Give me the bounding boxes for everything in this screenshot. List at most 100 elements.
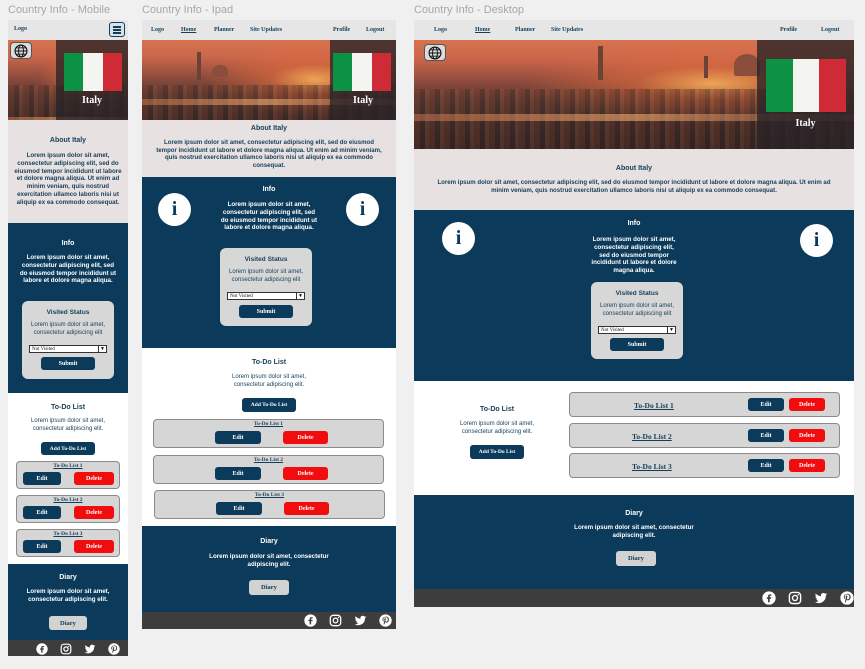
twitter-icon[interactable] [354, 614, 367, 627]
info-title: Info [627, 220, 641, 227]
facebook-icon[interactable] [762, 591, 776, 605]
info-text: Lorem ipsum dolor sit amet, consectetur … [19, 254, 117, 285]
diary-button[interactable]: Diary [49, 616, 87, 630]
frame-title-ipad: Country Info - Ipad [142, 4, 234, 16]
about-section: About Italy Lorem ipsum dolor sit amet, … [8, 120, 128, 223]
edit-button[interactable]: Edit [748, 398, 784, 411]
delete-button[interactable]: Delete [789, 459, 825, 472]
nav-planner[interactable]: Planner [214, 27, 234, 33]
nav-planner[interactable]: Planner [515, 27, 535, 33]
delete-button[interactable]: Delete [283, 467, 328, 480]
submit-button[interactable]: Submit [41, 357, 95, 370]
about-title: About Italy [250, 125, 288, 132]
todo-item-title[interactable]: To-Do List 2 [17, 497, 119, 503]
delete-button[interactable]: Delete [789, 429, 825, 442]
todo-item-title[interactable]: To-Do List 3 [632, 462, 672, 471]
nav-profile[interactable]: Profile [333, 27, 350, 33]
nav-logout[interactable]: Logout [366, 27, 384, 33]
todo-item-title[interactable]: To-Do List 3 [155, 492, 384, 498]
edit-button[interactable]: Edit [748, 429, 784, 442]
nav-logo[interactable]: Logo [151, 27, 164, 33]
pinterest-icon[interactable] [840, 591, 854, 605]
diary-button[interactable]: Diary [616, 551, 656, 566]
edit-button[interactable]: Edit [215, 431, 261, 444]
about-title: About Italy [615, 165, 653, 172]
delete-button[interactable]: Delete [283, 431, 328, 444]
country-name: Italy [353, 95, 373, 106]
nav-logo[interactable]: Logo [434, 27, 447, 33]
delete-button[interactable]: Delete [789, 398, 825, 411]
edit-button[interactable]: Edit [215, 467, 261, 480]
todo-item-title[interactable]: To-Do List 1 [17, 463, 119, 469]
chevron-down-icon: ▼ [98, 346, 106, 352]
desktop-frame: Logo Home Planner Site Updates Profile L… [414, 20, 854, 607]
todo-item: To-Do List 1 Edit Delete [569, 392, 840, 417]
visited-status-card: Visited Status Lorem ipsum dolor sit ame… [22, 301, 114, 379]
nav-site-updates[interactable]: Site Updates [250, 27, 282, 33]
nav-home[interactable]: Home [475, 27, 490, 33]
desktop-navbar: Logo Home Planner Site Updates Profile L… [414, 20, 854, 40]
diary-title: Diary [59, 574, 77, 581]
delete-button[interactable]: Delete [74, 540, 114, 553]
edit-button[interactable]: Edit [748, 459, 784, 472]
facebook-icon[interactable] [36, 642, 48, 655]
nav-profile[interactable]: Profile [780, 27, 797, 33]
edit-button[interactable]: Edit [23, 540, 61, 553]
facebook-icon[interactable] [304, 614, 317, 627]
hamburger-menu-icon[interactable] [109, 22, 125, 37]
info-section: Info i i Lorem ipsum dolor sit amet, con… [414, 210, 854, 381]
todo-item-title[interactable]: To-Do List 1 [154, 421, 383, 427]
submit-button[interactable]: Submit [239, 305, 293, 318]
twitter-icon[interactable] [814, 591, 828, 605]
footer [8, 640, 128, 656]
todo-item-title[interactable]: To-Do List 2 [632, 432, 672, 441]
nav-home[interactable]: Home [181, 27, 196, 33]
visited-select-value: Not Visited [230, 293, 253, 299]
globe-icon[interactable] [424, 44, 446, 61]
about-title: About Italy [49, 137, 87, 144]
pinterest-icon[interactable] [379, 614, 392, 627]
about-text: Lorem ipsum dolor sit amet, consectetur … [14, 152, 122, 206]
instagram-icon[interactable] [788, 591, 802, 605]
todo-item: To-Do List 1 Edit Delete [153, 419, 384, 448]
add-todo-button[interactable]: Add To-Do List [470, 445, 524, 459]
nav-logo[interactable]: Logo [14, 26, 27, 32]
ipad-frame: Logo Home Planner Site Updates Profile L… [142, 20, 396, 629]
twitter-icon[interactable] [84, 642, 96, 654]
info-icon: i [800, 224, 833, 257]
submit-button[interactable]: Submit [610, 338, 664, 351]
edit-button[interactable]: Edit [23, 472, 61, 485]
delete-button[interactable]: Delete [74, 472, 114, 485]
about-text: Lorem ipsum dolor sit amet, consectetur … [156, 139, 382, 169]
todo-item-title[interactable]: To-Do List 3 [17, 531, 119, 537]
chevron-down-icon: ▼ [667, 327, 675, 333]
instagram-icon[interactable] [329, 614, 342, 627]
delete-button[interactable]: Delete [284, 502, 329, 515]
hero-image: Italy [414, 40, 854, 149]
info-section: Info i i Lorem ipsum dolor sit amet, con… [142, 177, 396, 348]
visited-select[interactable]: Not Visited ▼ [598, 326, 676, 334]
globe-icon[interactable] [10, 42, 32, 59]
visited-title: Visited Status [244, 256, 288, 263]
diary-button[interactable]: Diary [249, 580, 289, 595]
todo-item-title[interactable]: To-Do List 2 [154, 457, 383, 463]
delete-button[interactable]: Delete [74, 506, 114, 519]
pinterest-icon[interactable] [108, 642, 120, 655]
country-name: Italy [795, 118, 816, 129]
add-todo-button[interactable]: Add To-Do List [41, 442, 95, 455]
todo-section: To-Do List Lorem ipsum dolor sit amet, c… [142, 348, 396, 526]
diary-section: Diary Lorem ipsum dolor sit amet, consec… [8, 564, 128, 640]
add-todo-button[interactable]: Add To-Do List [242, 398, 296, 412]
diary-text: Lorem ipsum dolor sit amet, consectetur … [574, 524, 694, 539]
edit-button[interactable]: Edit [216, 502, 262, 515]
visited-select[interactable]: Not Visited ▼ [29, 345, 107, 353]
diary-title: Diary [260, 538, 278, 545]
italy-flag [333, 53, 391, 91]
edit-button[interactable]: Edit [23, 506, 61, 519]
instagram-icon[interactable] [60, 642, 72, 655]
nav-site-updates[interactable]: Site Updates [551, 27, 583, 33]
visited-select[interactable]: Not Visited ▼ [227, 292, 305, 300]
todo-item-title[interactable]: To-Do List 1 [634, 401, 674, 410]
visited-text: Lorem ipsum dolor sit amet, consectetur … [228, 269, 304, 283]
nav-logout[interactable]: Logout [821, 27, 839, 33]
